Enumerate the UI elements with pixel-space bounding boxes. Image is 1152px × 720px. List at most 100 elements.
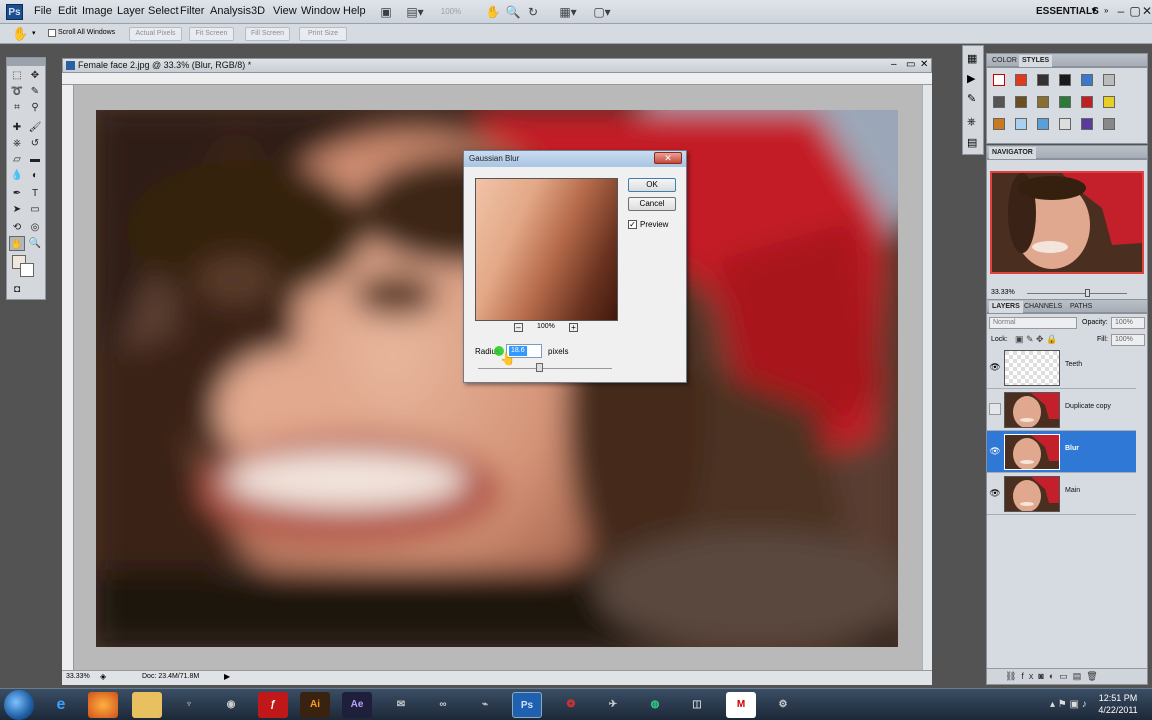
gradient-icon[interactable]: ▬	[27, 152, 43, 167]
brushes-icon[interactable]: ✎	[967, 92, 976, 105]
toolbox-header[interactable]	[7, 58, 45, 66]
firefox-icon[interactable]	[88, 692, 118, 718]
folder-icon[interactable]: ✈	[598, 692, 628, 718]
tool-icon[interactable]: ⚙	[768, 692, 798, 718]
photoshop-taskbar-icon[interactable]: Ps	[512, 692, 542, 718]
actions-icon[interactable]: ▶	[967, 72, 975, 85]
opacity-field[interactable]: 100%	[1111, 317, 1145, 329]
style-swatch[interactable]	[1103, 96, 1115, 108]
navigator-zoom[interactable]: 33.33%	[991, 289, 1015, 296]
workspace-dropdown-icon[interactable]: ▼	[1090, 6, 1098, 15]
radius-slider[interactable]	[478, 368, 612, 369]
fill-screen-button[interactable]: Fill Screen	[245, 27, 290, 41]
bridge-icon[interactable]: ▣	[378, 4, 394, 20]
menu-file[interactable]: File	[34, 5, 52, 17]
move-icon[interactable]: ✥	[27, 68, 43, 83]
doc-minimize-icon[interactable]: –	[891, 59, 897, 70]
3d-rotate-icon[interactable]: ⟲	[9, 220, 25, 235]
eraser-icon[interactable]: ▱	[9, 152, 25, 167]
after-effects-icon[interactable]: Ae	[342, 692, 372, 718]
view-extras-icon[interactable]: ▤▾	[404, 4, 426, 20]
tab-navigator[interactable]: NAVIGATOR	[989, 147, 1036, 159]
healing-icon[interactable]: ✚	[9, 120, 25, 135]
navigator-thumbnail[interactable]	[990, 171, 1144, 274]
cancel-button[interactable]: Cancel	[628, 197, 676, 211]
zoom-tool-icon[interactable]: 🔍	[27, 236, 43, 251]
menu-window[interactable]: Window	[301, 5, 340, 17]
preview-checkbox[interactable]: ✓	[628, 220, 637, 229]
eyedropper-icon[interactable]: ⚲	[27, 100, 43, 115]
path-select-icon[interactable]: ➤	[9, 202, 25, 217]
workspace-more-icon[interactable]: »	[1104, 6, 1108, 15]
menu-view[interactable]: View	[273, 5, 297, 17]
zoom-percentage[interactable]: 33.33%	[66, 673, 90, 680]
style-swatch[interactable]	[993, 118, 1005, 130]
screen-mode-icon[interactable]: ▢▾	[590, 4, 614, 20]
menu-3d[interactable]: 3D	[251, 5, 265, 17]
hand-tool-icon[interactable]: ✋	[12, 26, 28, 42]
outlook-icon[interactable]: ◫	[682, 692, 712, 718]
zoom-icon[interactable]: 🔍	[505, 4, 521, 20]
photoshop-logo-icon[interactable]: Ps	[6, 4, 23, 20]
media-icon[interactable]: ◉	[216, 692, 246, 718]
menu-layer[interactable]: Layer	[117, 5, 145, 17]
illustrator-icon[interactable]: Ai	[300, 692, 330, 718]
brush-icon[interactable]: 🖌	[27, 120, 43, 135]
acrobat-icon[interactable]: ❂	[556, 692, 586, 718]
style-swatch[interactable]	[1015, 96, 1027, 108]
status-arrow-icon[interactable]: ▶	[224, 672, 230, 681]
layer-footer-icons[interactable]: ⛓fx◙◐▭▤🗑	[1005, 671, 1103, 682]
close-icon[interactable]: ✕	[1138, 3, 1152, 19]
zoom-level-dropdown[interactable]: 100%	[436, 4, 466, 20]
style-swatch[interactable]	[993, 96, 1005, 108]
3d-orbit-icon[interactable]: ◎	[27, 220, 43, 235]
fit-screen-button[interactable]: Fit Screen	[189, 27, 234, 41]
style-swatch[interactable]	[1059, 118, 1071, 130]
style-swatch[interactable]	[1015, 74, 1027, 86]
blur-tool-icon[interactable]: 💧	[9, 168, 25, 183]
menu-select[interactable]: Select	[148, 5, 179, 17]
crop-icon[interactable]: ⌗	[9, 100, 25, 115]
tab-paths[interactable]: PATHS	[1067, 301, 1095, 313]
menu-edit[interactable]: Edit	[58, 5, 77, 17]
dreamweaver-icon[interactable]: ◍	[640, 692, 670, 718]
fill-field[interactable]: 100%	[1111, 334, 1145, 346]
clock[interactable]: 12:51 PM 4/22/2011	[1088, 692, 1148, 716]
background-color-swatch[interactable]	[20, 263, 34, 277]
eye-icon[interactable]: 👁	[989, 487, 1001, 499]
doc-maximize-icon[interactable]: ▭	[906, 59, 915, 70]
remote-icon[interactable]: ⌁	[470, 692, 500, 718]
menu-filter[interactable]: Filter	[180, 5, 204, 17]
print-size-button[interactable]: Print Size	[299, 27, 347, 41]
style-swatch[interactable]	[1037, 96, 1049, 108]
horizontal-ruler[interactable]	[62, 73, 932, 85]
ie-icon[interactable]: e	[46, 692, 76, 718]
navigator-zoom-slider[interactable]	[1027, 293, 1127, 294]
quake-icon[interactable]: ♆	[174, 692, 204, 718]
tray-icons[interactable]: ▴ ⚑ ▣ ♪	[1050, 699, 1087, 710]
rotate-view-icon[interactable]: ↻	[525, 4, 541, 20]
explorer-icon[interactable]	[132, 692, 162, 718]
zoom-out-icon[interactable]: –	[514, 323, 523, 332]
style-swatch[interactable]	[1015, 118, 1027, 130]
style-none-swatch[interactable]	[993, 74, 1005, 86]
hand-icon[interactable]: ✋	[485, 4, 501, 20]
start-button[interactable]	[4, 690, 34, 720]
tool-preset-dropdown-icon[interactable]: ▾	[32, 29, 36, 37]
style-swatch[interactable]	[1037, 118, 1049, 130]
messenger-icon[interactable]: ✉	[386, 692, 416, 718]
arrange-documents-icon[interactable]: ▦▾	[556, 4, 580, 20]
type-icon[interactable]: T	[27, 186, 43, 201]
shape-icon[interactable]: ▭	[27, 202, 43, 217]
eye-icon[interactable]: 👁	[989, 361, 1001, 373]
gmail-icon[interactable]: M	[726, 692, 756, 718]
lock-icons[interactable]: ▣ ✎ ✥ 🔒	[1015, 334, 1057, 345]
style-swatch[interactable]	[1059, 96, 1071, 108]
dodge-icon[interactable]: ◐	[27, 168, 43, 183]
ok-button[interactable]: OK	[628, 178, 676, 192]
scroll-all-windows-checkbox[interactable]	[48, 29, 56, 37]
flash-icon[interactable]: ƒ	[258, 692, 288, 718]
radius-slider-knob[interactable]	[536, 363, 543, 372]
style-swatch[interactable]	[1037, 74, 1049, 86]
history-brush-icon[interactable]: ↺	[27, 136, 43, 151]
